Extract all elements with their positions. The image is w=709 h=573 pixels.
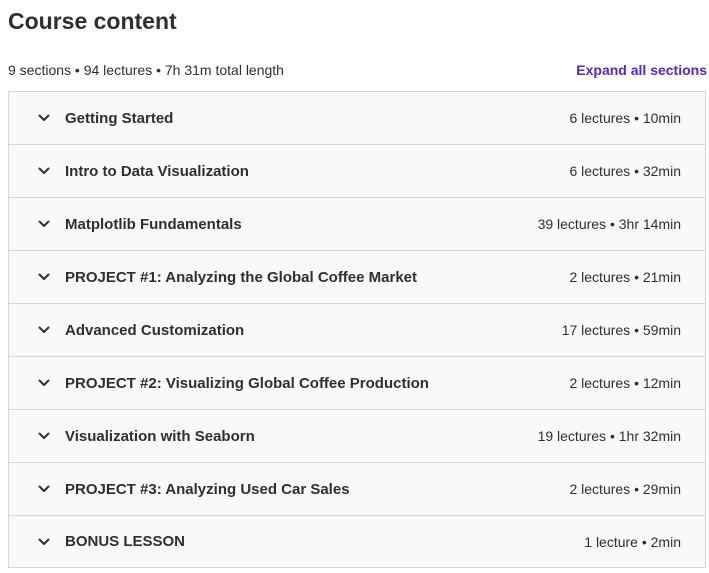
chevron-down-icon [37, 111, 51, 125]
course-summary-row: 9 sections • 94 lectures • 7h 31m total … [8, 60, 707, 80]
section-info: 6 lectures • 10min [569, 110, 681, 126]
section-info: 2 lectures • 12min [569, 375, 681, 391]
section-header[interactable]: PROJECT #1: Analyzing the Global Coffee … [9, 251, 705, 304]
section-info: 2 lectures • 21min [569, 269, 681, 285]
section-title: Getting Started [65, 109, 174, 127]
chevron-down-icon [37, 482, 51, 496]
section-header[interactable]: Matplotlib Fundamentals 39 lectures • 3h… [9, 198, 705, 251]
section-title: PROJECT #3: Analyzing Used Car Sales [65, 480, 350, 498]
section-title: Matplotlib Fundamentals [65, 215, 242, 233]
section-header[interactable]: PROJECT #3: Analyzing Used Car Sales 2 l… [9, 463, 705, 516]
section-header[interactable]: PROJECT #2: Visualizing Global Coffee Pr… [9, 357, 705, 410]
chevron-down-icon [37, 323, 51, 337]
section-info: 19 lectures • 1hr 32min [537, 428, 681, 444]
section-info: 2 lectures • 29min [569, 481, 681, 497]
course-content-panel: Course content 9 sections • 94 lectures … [0, 0, 709, 573]
chevron-down-icon [37, 270, 51, 284]
section-info: 1 lecture • 2min [584, 533, 681, 550]
section-info: 17 lectures • 59min [561, 322, 681, 338]
chevron-down-icon [37, 376, 51, 390]
course-summary: 9 sections • 94 lectures • 7h 31m total … [8, 62, 284, 78]
section-title: Visualization with Seaborn [65, 427, 255, 445]
section-header[interactable]: BONUS LESSON 1 lecture • 2min [9, 516, 705, 568]
section-header[interactable]: Getting Started 6 lectures • 10min [9, 92, 705, 145]
section-title: BONUS LESSON [65, 533, 186, 550]
chevron-down-icon [37, 217, 51, 231]
section-header[interactable]: Visualization with Seaborn 19 lectures •… [9, 410, 705, 463]
section-title: PROJECT #1: Analyzing the Global Coffee … [65, 268, 418, 286]
section-title: Advanced Customization [65, 321, 245, 339]
sections-list: Getting Started 6 lectures • 10min Intro… [8, 91, 706, 568]
section-title: PROJECT #2: Visualizing Global Coffee Pr… [65, 374, 429, 392]
section-title: Intro to Data Visualization [65, 162, 249, 180]
section-header[interactable]: Intro to Data Visualization 6 lectures •… [9, 145, 705, 198]
chevron-down-icon [37, 429, 51, 443]
section-info: 39 lectures • 3hr 14min [537, 216, 681, 232]
chevron-down-icon [37, 164, 51, 178]
section-info: 6 lectures • 32min [569, 163, 681, 179]
expand-all-sections-button[interactable]: Expand all sections [576, 62, 707, 78]
page-title: Course content [8, 8, 177, 34]
section-header[interactable]: Advanced Customization 17 lectures • 59m… [9, 304, 705, 357]
chevron-down-icon [37, 535, 51, 549]
